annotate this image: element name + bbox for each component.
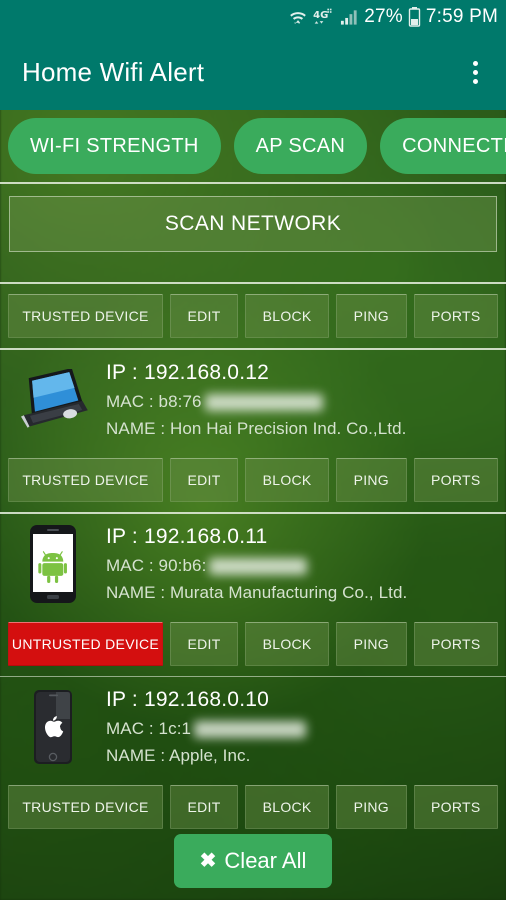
- tab-label: WI-FI STRENGTH: [30, 134, 199, 157]
- action-row-device-1: TRUSTED DEVICE EDIT BLOCK PING PORTS: [0, 448, 506, 512]
- device-row[interactable]: IP : 192.168.0.12 MAC : b8:76 NAME : Hon…: [0, 350, 506, 448]
- device-mac: MAC : 1c:1: [106, 719, 496, 739]
- button-label: BLOCK: [262, 472, 312, 488]
- button-label: EDIT: [187, 472, 221, 488]
- bottom-bar: ✖ Clear All: [0, 822, 506, 900]
- device-name: NAME : Murata Manufacturing Co., Ltd.: [106, 583, 408, 602]
- edit-button[interactable]: EDIT: [170, 458, 239, 502]
- app-root: 4G 27% 7:59 PM Home Wifi Alert WI-FI STR…: [0, 0, 506, 900]
- button-label: BLOCK: [262, 308, 312, 324]
- page-title: Home Wifi Alert: [22, 56, 205, 87]
- ports-button[interactable]: PORTS: [413, 622, 498, 666]
- lte-icon: 4G: [313, 7, 335, 27]
- button-label: PORTS: [431, 799, 481, 815]
- android-phone-icon: [14, 524, 92, 604]
- scan-section: SCAN NETWORK: [0, 184, 506, 282]
- button-label: PORTS: [431, 308, 481, 324]
- button-label: BLOCK: [262, 636, 312, 652]
- device-info: IP : 192.168.0.10 MAC : 1c:1 NAME : Appl…: [106, 688, 496, 766]
- device-ip: IP : 192.168.0.11: [106, 525, 268, 548]
- button-label: PING: [353, 636, 389, 652]
- button-label: UNTRUSTED DEVICE: [11, 636, 160, 652]
- ports-button[interactable]: PORTS: [413, 458, 498, 502]
- app-bar: Home Wifi Alert: [0, 34, 506, 110]
- ping-button[interactable]: PING: [336, 294, 407, 338]
- close-x-icon: ✖: [199, 850, 217, 872]
- scan-network-label: SCAN NETWORK: [164, 212, 342, 235]
- button-label: PORTS: [431, 472, 481, 488]
- button-label: TRUSTED DEVICE: [22, 799, 149, 815]
- block-button[interactable]: BLOCK: [245, 294, 330, 338]
- device-row[interactable]: IP : 192.168.0.11 MAC : 90:b6: NAME : Mu…: [0, 514, 506, 612]
- button-label: PING: [353, 799, 389, 815]
- laptop-icon: [14, 360, 92, 440]
- ping-button[interactable]: PING: [336, 458, 407, 502]
- tab-label: CONNECTIONS: [402, 134, 506, 157]
- button-label: PING: [353, 472, 389, 488]
- device-name: NAME : Apple, Inc.: [106, 746, 251, 765]
- status-bar-icons: 4G 27% 7:59 PM: [288, 6, 498, 28]
- trusted-device-button[interactable]: TRUSTED DEVICE: [8, 294, 163, 338]
- svg-text:4G: 4G: [313, 10, 328, 21]
- device-ip: IP : 192.168.0.10: [106, 688, 269, 711]
- tab-label: AP SCAN: [255, 134, 346, 157]
- tab-connections[interactable]: CONNECTIONS: [380, 118, 506, 174]
- action-row-device-2: UNTRUSTED DEVICE EDIT BLOCK PING PORTS: [0, 612, 506, 676]
- tab-strip: WI-FI STRENGTH AP SCAN CONNECTIONS: [0, 110, 506, 182]
- device-mac: MAC : b8:76: [106, 392, 496, 412]
- device-row[interactable]: IP : 192.168.0.10 MAC : 1c:1 NAME : Appl…: [0, 677, 506, 775]
- block-button[interactable]: BLOCK: [245, 458, 330, 502]
- button-label: TRUSTED DEVICE: [22, 308, 149, 324]
- block-button[interactable]: BLOCK: [245, 622, 330, 666]
- untrusted-device-button[interactable]: UNTRUSTED DEVICE: [8, 622, 163, 666]
- status-bar: 4G 27% 7:59 PM: [0, 0, 506, 34]
- redacted-mac-blur: [194, 720, 307, 738]
- action-row-header: TRUSTED DEVICE EDIT BLOCK PING PORTS: [0, 284, 506, 348]
- iphone-icon: [14, 687, 92, 767]
- clear-all-button[interactable]: ✖ Clear All: [173, 834, 333, 888]
- edit-button[interactable]: EDIT: [170, 294, 239, 338]
- device-mac-value: MAC : 1c:1: [106, 719, 192, 738]
- battery-low-icon: [408, 7, 421, 27]
- ports-button[interactable]: PORTS: [413, 294, 498, 338]
- device-mac-value: MAC : b8:76: [106, 392, 202, 411]
- ping-button[interactable]: PING: [336, 622, 407, 666]
- clock-label: 7:59 PM: [425, 6, 498, 27]
- device-mac: MAC : 90:b6:: [106, 556, 496, 576]
- battery-percent-label: 27%: [364, 6, 403, 27]
- tab-wifi-strength[interactable]: WI-FI STRENGTH: [8, 118, 221, 174]
- button-label: EDIT: [187, 308, 221, 324]
- device-info: IP : 192.168.0.11 MAC : 90:b6: NAME : Mu…: [106, 525, 496, 603]
- button-label: PORTS: [431, 636, 481, 652]
- device-mac-value: MAC : 90:b6:: [106, 556, 207, 575]
- device-ip: IP : 192.168.0.12: [106, 361, 269, 384]
- overflow-menu-icon[interactable]: [458, 52, 492, 92]
- redacted-mac-blur: [209, 557, 308, 575]
- button-label: TRUSTED DEVICE: [22, 472, 149, 488]
- button-label: EDIT: [187, 799, 221, 815]
- edit-button[interactable]: EDIT: [170, 622, 239, 666]
- tab-ap-scan[interactable]: AP SCAN: [233, 118, 368, 174]
- device-name: NAME : Hon Hai Precision Ind. Co.,Ltd.: [106, 419, 407, 438]
- device-info: IP : 192.168.0.12 MAC : b8:76 NAME : Hon…: [106, 361, 496, 439]
- wifi-icon: [288, 7, 308, 27]
- clear-all-label: Clear All: [224, 848, 307, 873]
- button-label: PING: [353, 308, 389, 324]
- signal-bars-icon: [340, 8, 359, 26]
- button-label: BLOCK: [262, 799, 312, 815]
- redacted-mac-blur: [204, 393, 323, 411]
- button-label: EDIT: [187, 636, 221, 652]
- scan-network-button[interactable]: SCAN NETWORK: [9, 196, 497, 252]
- trusted-device-button[interactable]: TRUSTED DEVICE: [8, 458, 163, 502]
